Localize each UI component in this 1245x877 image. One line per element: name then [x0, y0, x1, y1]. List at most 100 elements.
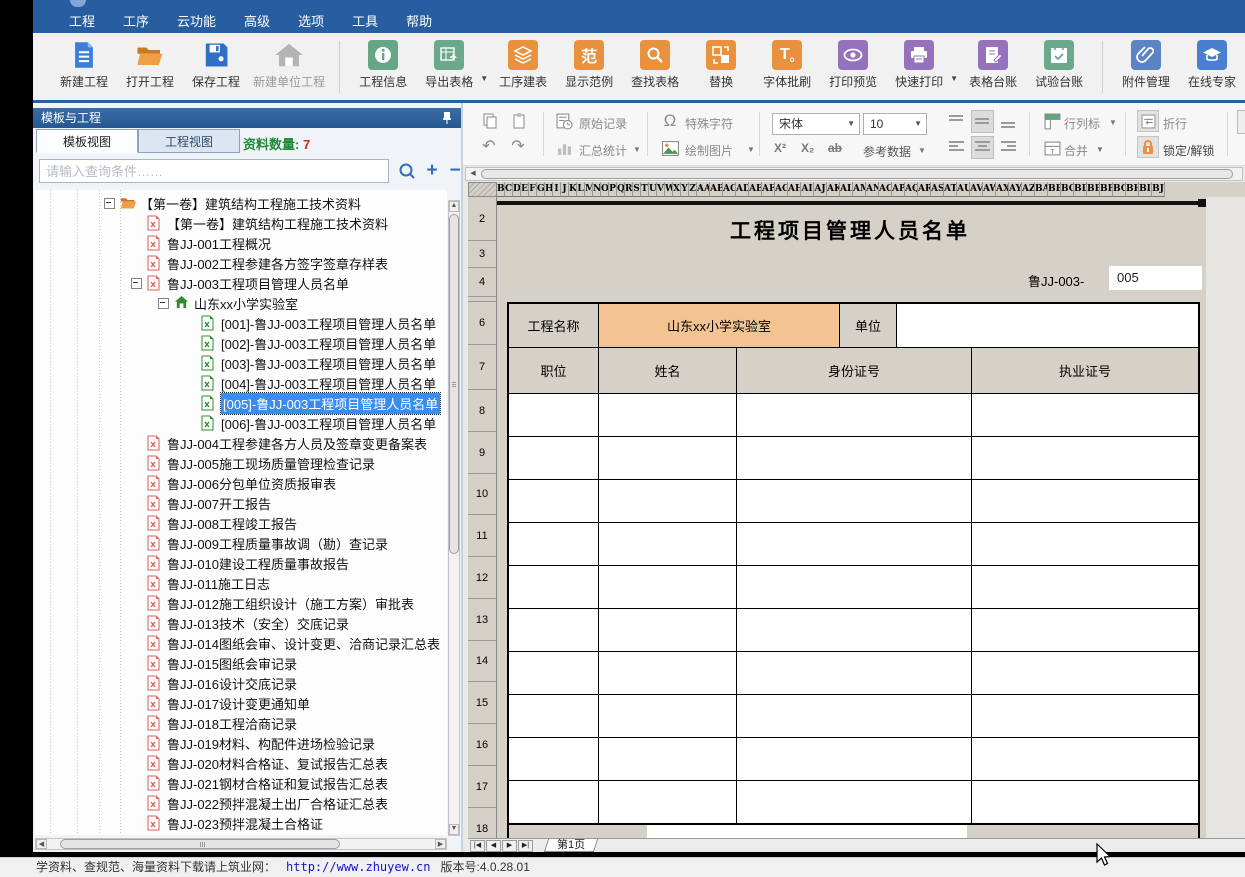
tree-item[interactable]: 鲁JJ-005施工现场质量管理检查记录 — [147, 453, 375, 473]
empty-cell[interactable] — [509, 394, 599, 436]
empty-cell[interactable] — [972, 738, 1198, 780]
empty-cell[interactable] — [737, 566, 972, 608]
tree-item[interactable]: 【第一卷】建筑结构工程施工技术资料 — [147, 213, 388, 233]
reference-data-caret-icon[interactable]: ▼ — [918, 146, 926, 155]
align-middle-button[interactable] — [971, 110, 994, 133]
replace-button[interactable]: 替换 — [688, 33, 754, 90]
wrap-text-icon[interactable] — [1137, 110, 1159, 132]
empty-cell[interactable] — [509, 523, 599, 565]
column-header-V[interactable]: V — [657, 182, 665, 197]
column-header-BC[interactable]: BC — [1061, 182, 1074, 197]
dropdown-caret-icon[interactable]: ▼ — [950, 74, 958, 83]
row-header-17[interactable]: 17 — [468, 766, 497, 808]
empty-cell[interactable] — [972, 480, 1198, 522]
empty-cell[interactable] — [737, 523, 972, 565]
empty-cell[interactable] — [972, 437, 1198, 479]
column-header-I[interactable]: I — [553, 182, 561, 197]
tree-item[interactable]: 【第一卷】建筑结构工程施工技术资料 — [104, 193, 361, 213]
row-header-2[interactable]: 2 — [468, 197, 497, 241]
column-header-J[interactable]: J — [561, 182, 569, 197]
find-table-search-button[interactable]: 查找表格 — [622, 33, 688, 90]
menu-2[interactable]: 工序 — [109, 11, 163, 33]
column-header-K[interactable]: K — [569, 182, 577, 197]
menu-5[interactable]: 选项 — [284, 11, 338, 33]
clipped-toolbar-button[interactable] — [1237, 110, 1245, 134]
column-header-Q[interactable]: Q — [617, 182, 625, 197]
column-header-C[interactable]: C — [505, 182, 513, 197]
tree-hscrollbar[interactable]: ◀ ▶ — [35, 838, 447, 850]
search-input[interactable] — [39, 159, 389, 183]
column-header-AD[interactable]: AD — [736, 182, 749, 197]
menu-6[interactable]: 工具 — [338, 11, 392, 33]
menu-3[interactable]: 云功能 — [163, 11, 230, 33]
column-header-Y[interactable]: Y — [681, 182, 689, 197]
attachment-paperclip-button[interactable]: 附件管理 — [1113, 33, 1179, 90]
tree-item[interactable]: 鲁JJ-019材料、构配件进场检验记录 — [147, 733, 375, 753]
quick-print-printer-button[interactable]: 快速打印 — [886, 33, 952, 90]
original-record-button[interactable]: 原始记录 — [579, 115, 627, 132]
tab-project-view[interactable]: 工程视图 — [138, 129, 240, 153]
pin-icon[interactable] — [441, 111, 453, 125]
summary-stats-icon[interactable] — [553, 137, 575, 159]
column-header-W[interactable]: W — [665, 182, 673, 197]
lock-unlock-icon[interactable] — [1137, 136, 1159, 158]
empty-cell[interactable] — [972, 781, 1198, 823]
project-name-label-cell[interactable]: 工程名称 — [509, 304, 599, 347]
column-header-BG[interactable]: BG — [1113, 182, 1126, 197]
tree-item[interactable]: 鲁JJ-006分包单位资质报审表 — [147, 473, 336, 493]
draw-picture-caret-icon[interactable]: ▼ — [747, 145, 755, 154]
tree-item-selected[interactable]: [005]-鲁JJ-003工程项目管理人员名单 — [201, 393, 440, 413]
column-header-AX[interactable]: AX — [996, 182, 1009, 197]
column-label-cell[interactable]: 执业证号 — [972, 348, 1198, 393]
font-name-select[interactable]: 宋体▼ — [772, 113, 860, 135]
save-project-floppy-button[interactable]: 保存工程 — [183, 33, 249, 90]
form-number-value[interactable]: 005 — [1109, 266, 1202, 290]
menu-4[interactable]: 高级 — [230, 11, 284, 33]
column-header-AF[interactable]: AF — [762, 182, 775, 197]
empty-cell[interactable] — [599, 738, 737, 780]
column-header-BA[interactable]: BA — [1035, 182, 1048, 197]
column-header-BH[interactable]: BH — [1126, 182, 1139, 197]
align-bottom-button[interactable] — [997, 110, 1020, 133]
tree-item[interactable]: 鲁JJ-009工程质量事故调（勘）查记录 — [147, 533, 388, 553]
column-header-AM[interactable]: AM — [853, 182, 866, 197]
column-header-O[interactable]: O — [601, 182, 609, 197]
prev-page-icon[interactable]: ◀ — [486, 840, 501, 852]
strikethrough-button[interactable]: ab — [828, 141, 842, 155]
column-header-L[interactable]: L — [577, 182, 585, 197]
column-header-AC[interactable]: AC — [723, 182, 736, 197]
empty-cell[interactable] — [737, 480, 972, 522]
reference-data-button[interactable]: 参考数据 — [863, 143, 911, 160]
empty-cell[interactable] — [599, 695, 737, 737]
row-header-18[interactable]: 18 — [468, 808, 497, 838]
menu-7[interactable]: 帮助 — [392, 11, 446, 33]
empty-cell[interactable] — [599, 609, 737, 651]
column-header-S[interactable]: S — [633, 182, 641, 197]
tree-item[interactable]: 鲁JJ-002工程参建各方签字签章存样表 — [147, 253, 388, 273]
row-header-8[interactable]: 8 — [468, 390, 497, 432]
column-header-AG[interactable]: AG — [775, 182, 788, 197]
search-icon[interactable] — [397, 158, 417, 188]
summary-stats-caret-icon[interactable]: ▼ — [633, 145, 641, 154]
tree-item[interactable]: 鲁JJ-007开工报告 — [147, 493, 271, 513]
project-info-button[interactable]: 工程信息 — [350, 33, 416, 90]
empty-cell[interactable] — [509, 652, 599, 694]
column-header-AA[interactable]: AA — [697, 182, 710, 197]
empty-cell[interactable] — [599, 523, 737, 565]
row-header-4[interactable]: 4 — [468, 268, 497, 297]
empty-cell[interactable] — [509, 609, 599, 651]
tree-item[interactable]: 鲁JJ-001工程概况 — [147, 233, 271, 253]
column-header-BD[interactable]: BD — [1074, 182, 1087, 197]
tree-item[interactable]: 鲁JJ-003工程项目管理人员名单 — [131, 273, 349, 293]
special-char-button[interactable]: 特殊字符 — [685, 115, 733, 132]
undo-icon[interactable]: ↶ — [479, 137, 499, 157]
row-col-header-button[interactable]: 行列标 — [1064, 115, 1100, 132]
font-size-select[interactable]: 10▼ — [863, 113, 927, 135]
column-header-AS[interactable]: AS — [931, 182, 944, 197]
column-header-AQ[interactable]: AQ — [905, 182, 918, 197]
empty-cell[interactable] — [737, 437, 972, 479]
special-char-omega-icon[interactable]: Ω — [660, 111, 680, 131]
redo-icon[interactable]: ↷ — [508, 137, 528, 157]
tree-item[interactable]: 鲁JJ-012施工组织设计（施工方案）审批表 — [147, 593, 414, 613]
column-header-AR[interactable]: AR — [918, 182, 931, 197]
